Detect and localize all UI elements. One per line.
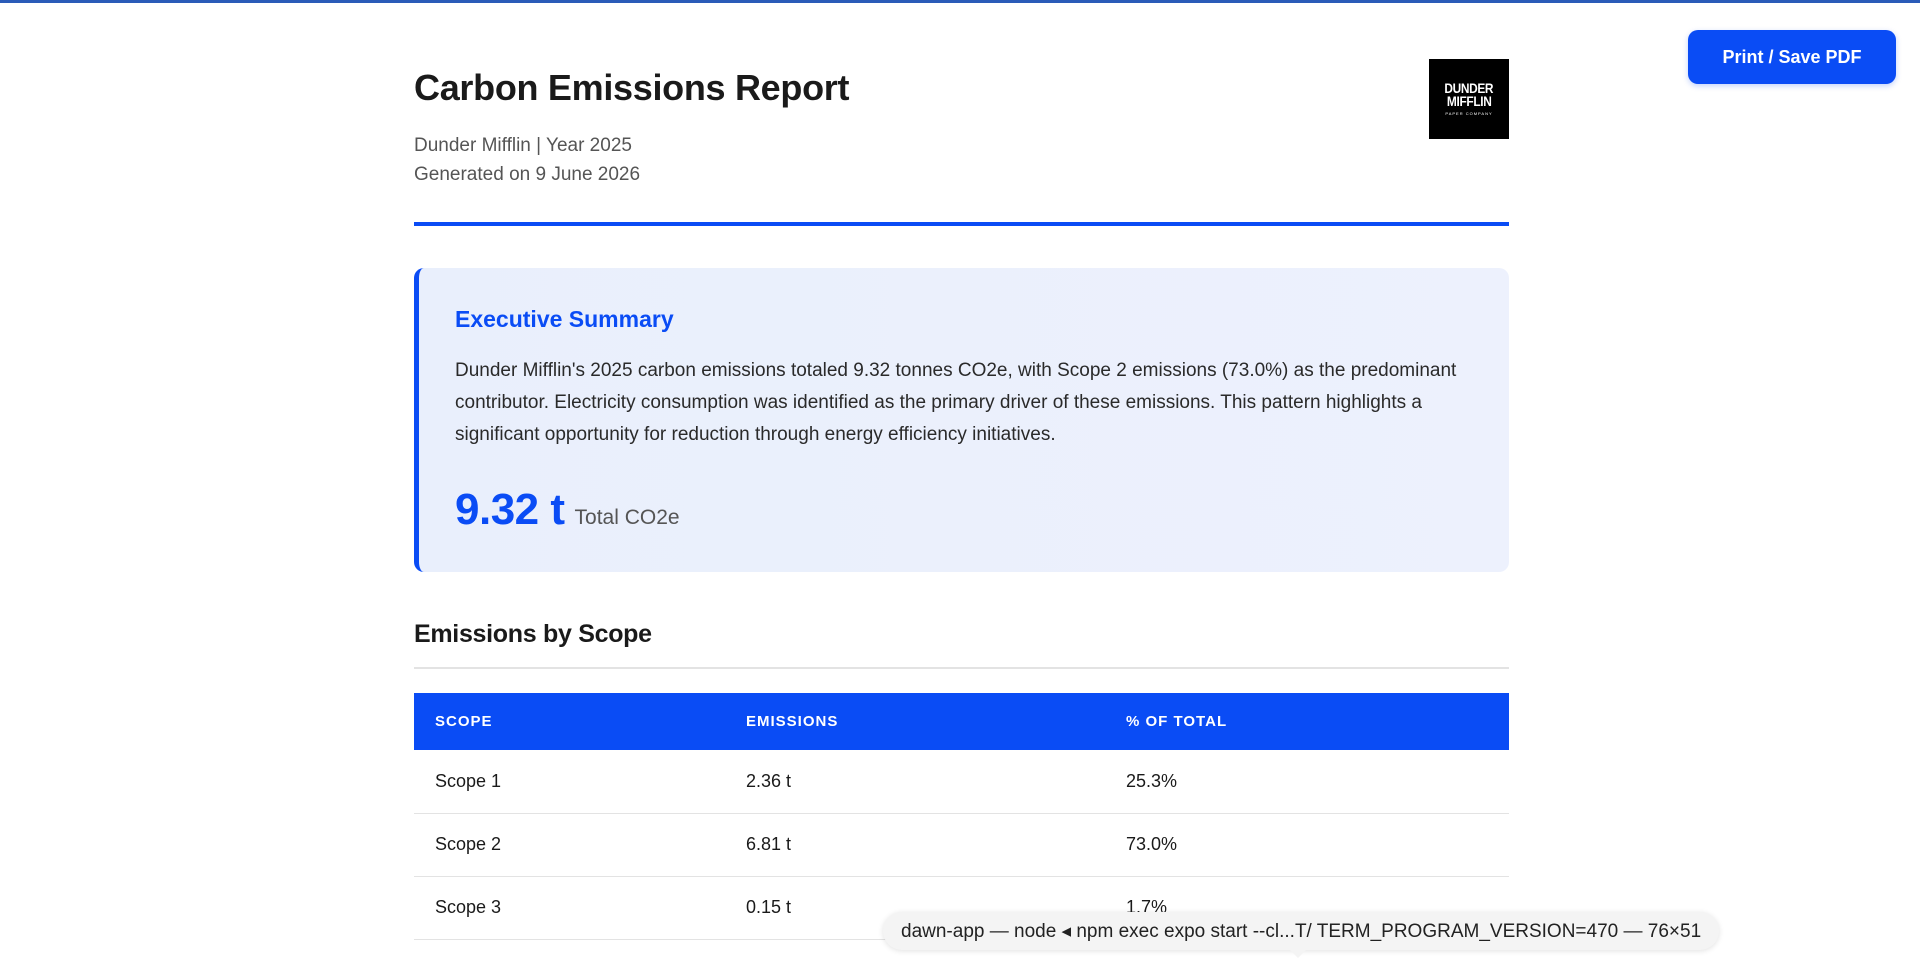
tooltip-arrow-icon (1289, 949, 1307, 958)
logo-line3: PAPER COMPANY (1445, 111, 1493, 116)
cell-percent: 25.3% (1105, 750, 1509, 814)
report-meta: Dunder Mifflin | Year 2025 Generated on … (414, 131, 640, 189)
report-header: Carbon Emissions Report Dunder Mifflin |… (414, 3, 1509, 226)
executive-summary-card: Executive Summary Dunder Mifflin's 2025 … (414, 268, 1509, 572)
page-frame: Print / Save PDF Carbon Emissions Report… (0, 0, 1920, 960)
kpi-label: Total CO2e (574, 506, 680, 529)
cell-emissions: 2.36 t (725, 750, 1105, 814)
table-header-row: SCOPE EMISSIONS % OF TOTAL (414, 693, 1509, 750)
column-header-percent: % OF TOTAL (1105, 693, 1509, 750)
company-year: Dunder Mifflin | Year 2025 (414, 135, 632, 156)
generated-date: Generated on 9 June 2026 (414, 164, 641, 185)
scope-table: SCOPE EMISSIONS % OF TOTAL Scope 1 2.36 … (414, 693, 1509, 940)
kpi-value: 9.32 t (455, 485, 565, 534)
report: Carbon Emissions Report Dunder Mifflin |… (414, 3, 1509, 940)
terminal-title-tooltip: dawn-app — node ◂ npm exec expo start --… (883, 912, 1720, 950)
table-row: Scope 2 6.81 t 73.0% (414, 813, 1509, 877)
cell-scope: Scope 3 (414, 876, 725, 940)
section-title-emissions-by-scope: Emissions by Scope (414, 620, 1509, 669)
cell-scope: Scope 2 (414, 813, 725, 877)
summary-text: Dunder Mifflin's 2025 carbon emissions t… (455, 360, 1457, 445)
summary-heading: Executive Summary (455, 306, 674, 332)
column-header-emissions: EMISSIONS (725, 693, 1105, 750)
logo-line2: MIFFLIN (1446, 93, 1492, 109)
table-row: Scope 1 2.36 t 25.3% (414, 750, 1509, 814)
company-logo: DUNDER MIFFLIN PAPER COMPANY (1429, 59, 1509, 139)
column-header-scope: SCOPE (414, 693, 725, 750)
print-save-pdf-button[interactable]: Print / Save PDF (1688, 30, 1896, 84)
report-title: Carbon Emissions Report (414, 67, 850, 108)
cell-percent: 73.0% (1105, 813, 1509, 877)
cell-emissions: 6.81 t (725, 813, 1105, 877)
total-emissions-kpi: 9.32 t Total CO2e (455, 485, 1473, 535)
cell-scope: Scope 1 (414, 750, 725, 814)
